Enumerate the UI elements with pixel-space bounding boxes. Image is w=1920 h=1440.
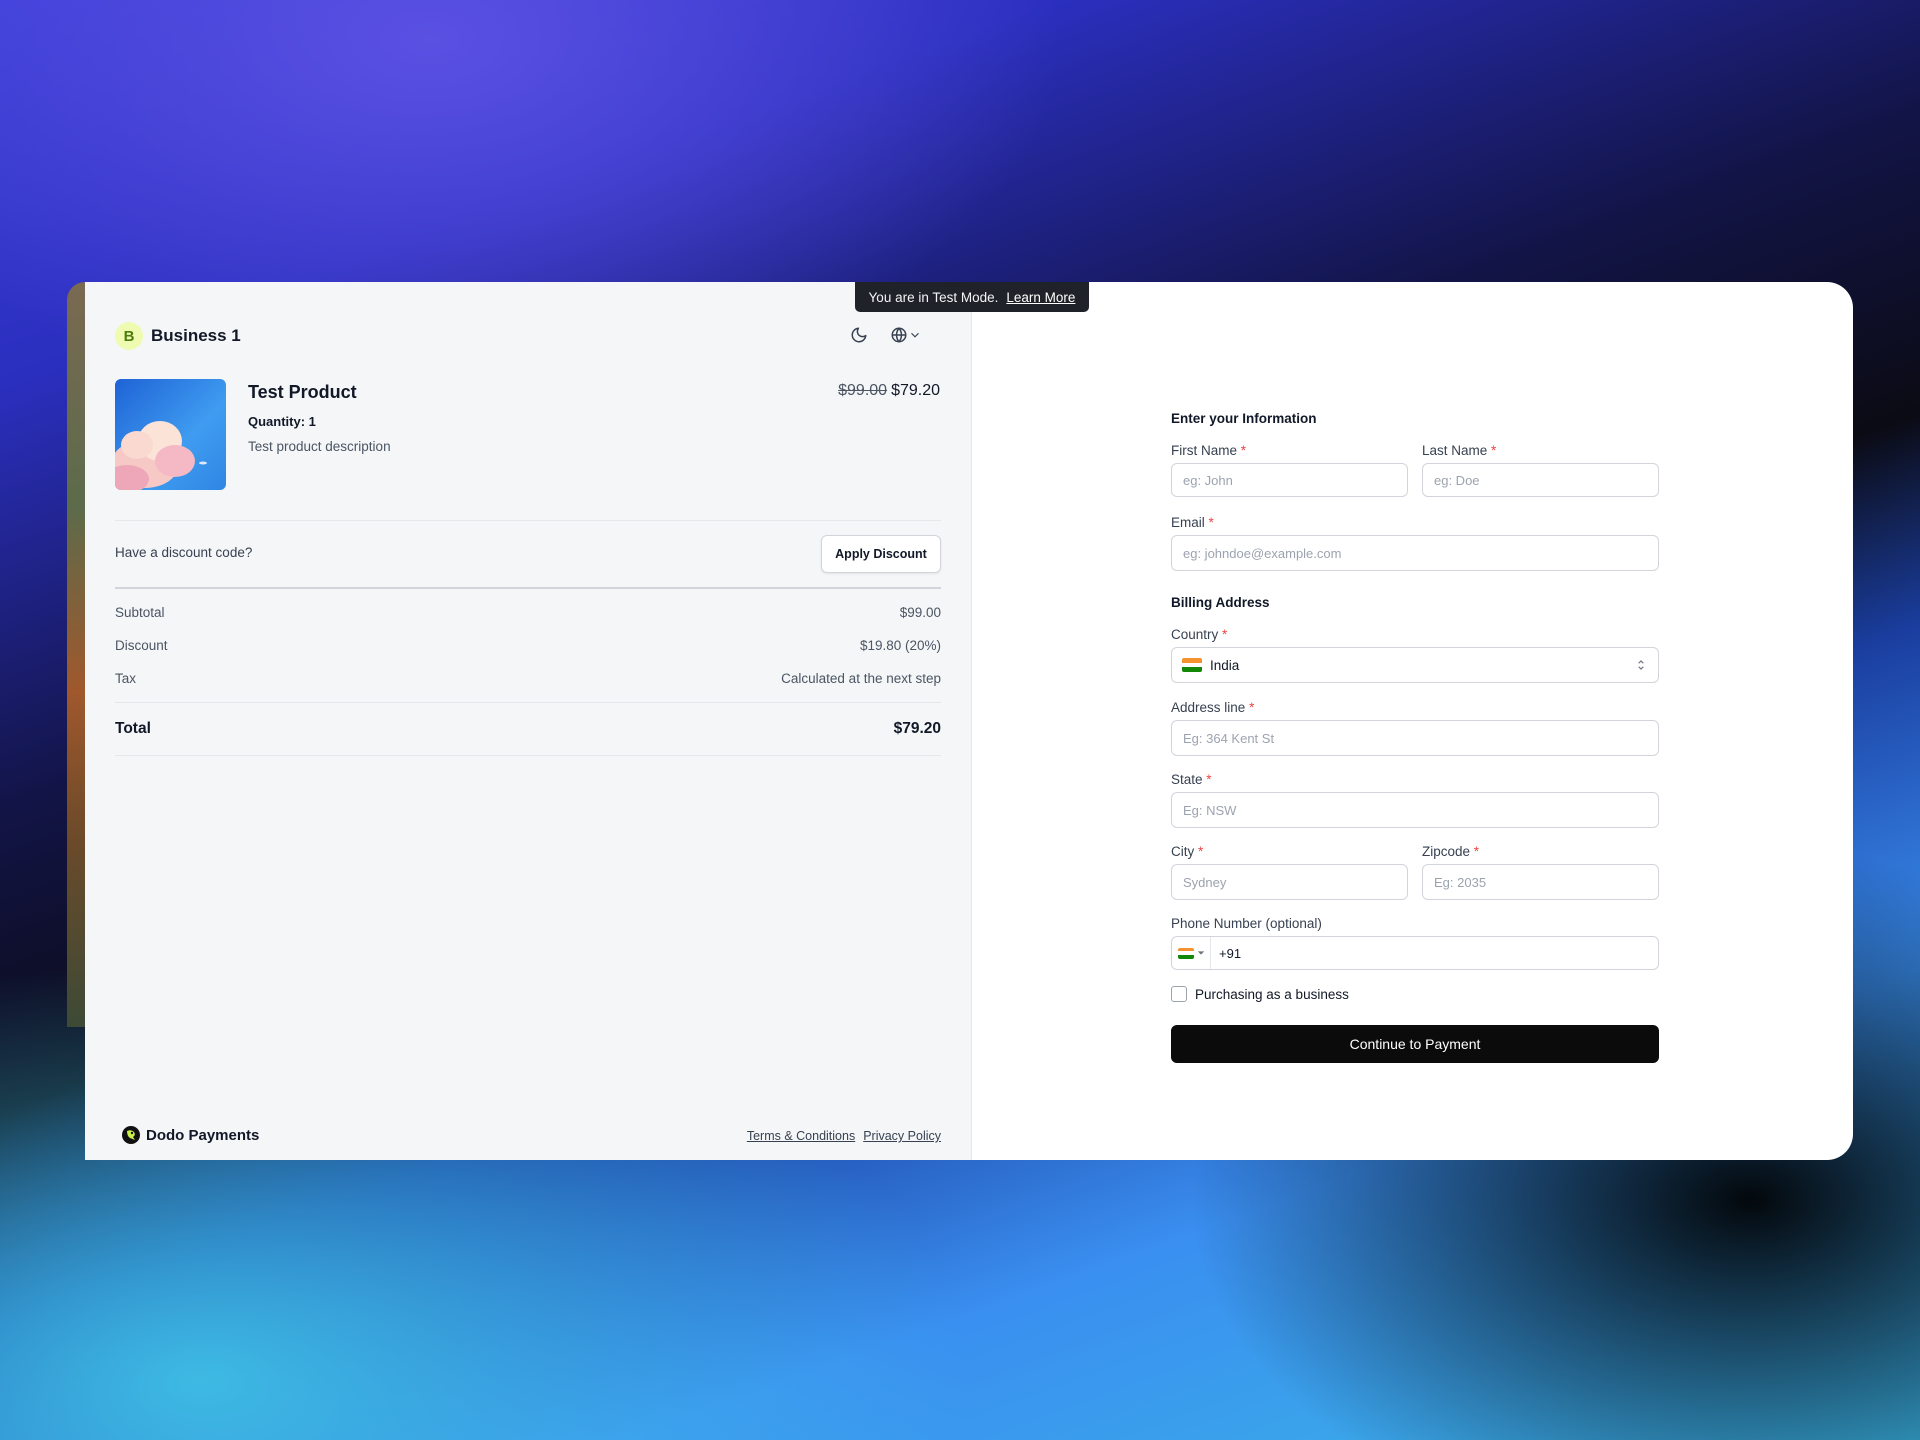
product-quantity: Quantity: 1 [248, 414, 316, 429]
apply-discount-button[interactable]: Apply Discount [821, 535, 941, 573]
discount-row: Discount $19.80 (20%) [115, 638, 941, 653]
email-label: Email * [1171, 515, 1214, 530]
test-mode-banner: You are in Test Mode. Learn More [855, 282, 1089, 312]
product-price: $99.00 $79.20 [838, 382, 940, 400]
business-name: Business 1 [151, 326, 241, 345]
business-checkbox-label: Purchasing as a business [1195, 986, 1349, 1002]
privacy-link[interactable]: Privacy Policy [863, 1129, 941, 1143]
email-input[interactable] [1171, 535, 1659, 571]
first-name-input[interactable] [1171, 463, 1408, 497]
terms-link[interactable]: Terms & Conditions [747, 1129, 855, 1143]
country-select[interactable]: India [1171, 647, 1659, 683]
state-input[interactable] [1171, 792, 1659, 828]
test-mode-text: You are in Test Mode. [868, 289, 999, 305]
first-name-label: First Name * [1171, 443, 1247, 458]
business-checkbox-row: Purchasing as a business [1171, 986, 1349, 1002]
select-arrows-icon [1638, 660, 1644, 670]
country-value: India [1210, 657, 1240, 673]
tax-value: Calculated at the next step [781, 671, 941, 686]
order-summary-panel: B Business 1 Test Product Quantity: 1 Te… [85, 282, 972, 1160]
phone-field: +91 [1171, 936, 1659, 970]
city-input[interactable] [1171, 864, 1408, 900]
product-title: Test Product [248, 382, 357, 402]
phone-label: Phone Number (optional) [1171, 916, 1322, 931]
tax-label: Tax [115, 671, 137, 686]
business-brand: B Business 1 [115, 322, 241, 350]
country-label: Country * [1171, 627, 1228, 642]
discounted-price: $79.20 [891, 382, 940, 399]
phone-input[interactable]: +91 [1211, 937, 1658, 969]
continue-to-payment-button[interactable]: Continue to Payment [1171, 1025, 1659, 1063]
dodo-logo-icon [122, 1126, 140, 1144]
discount-label: Discount [115, 638, 168, 653]
theme-toggle-button[interactable] [850, 326, 868, 344]
last-name-input[interactable] [1422, 463, 1659, 497]
india-flag-icon [1182, 658, 1202, 672]
address-label: Address line * [1171, 700, 1255, 715]
address-input[interactable] [1171, 720, 1659, 756]
globe-icon [891, 327, 907, 343]
billing-section-title: Billing Address [1171, 595, 1270, 610]
phone-country-select[interactable] [1172, 937, 1211, 969]
original-price: $99.00 [838, 382, 888, 399]
learn-more-link[interactable]: Learn More [1006, 290, 1075, 305]
total-row: Total $79.20 [115, 720, 941, 738]
zipcode-input[interactable] [1422, 864, 1659, 900]
subtotal-value: $99.00 [899, 605, 941, 620]
business-checkbox[interactable] [1171, 986, 1187, 1002]
divider [115, 702, 941, 703]
india-flag-icon [1177, 947, 1194, 959]
total-label: Total [115, 720, 151, 737]
business-avatar: B [115, 322, 143, 350]
total-value: $79.20 [893, 720, 941, 737]
divider [115, 755, 941, 756]
state-label: State * [1171, 772, 1212, 787]
caret-down-icon [1197, 951, 1204, 955]
zipcode-label: Zipcode * [1422, 844, 1480, 859]
footer-brand: Dodo Payments [121, 1125, 259, 1145]
checkout-window: You are in Test Mode. Learn More B Busin… [85, 282, 1853, 1160]
last-name-label: Last Name * [1422, 443, 1497, 458]
info-section-title: Enter your Information [1171, 411, 1317, 426]
product-description: Test product description [248, 439, 391, 454]
product-image [115, 379, 226, 490]
discount-question: Have a discount code? [115, 545, 253, 560]
header-controls [850, 326, 922, 344]
divider [115, 587, 941, 589]
divider [115, 520, 941, 521]
tax-row: Tax Calculated at the next step [115, 671, 941, 686]
subtotal-label: Subtotal [115, 605, 165, 620]
footer-links: Terms & Conditions Privacy Policy [747, 1129, 941, 1143]
language-selector-button[interactable] [890, 326, 922, 344]
city-label: City * [1171, 844, 1204, 859]
discount-value: $19.80 (20%) [859, 638, 941, 653]
footer-brand-name: Dodo Payments [146, 1126, 260, 1144]
moon-icon [851, 327, 867, 343]
chevron-down-icon [911, 332, 919, 338]
subtotal-row: Subtotal $99.00 [115, 605, 941, 620]
